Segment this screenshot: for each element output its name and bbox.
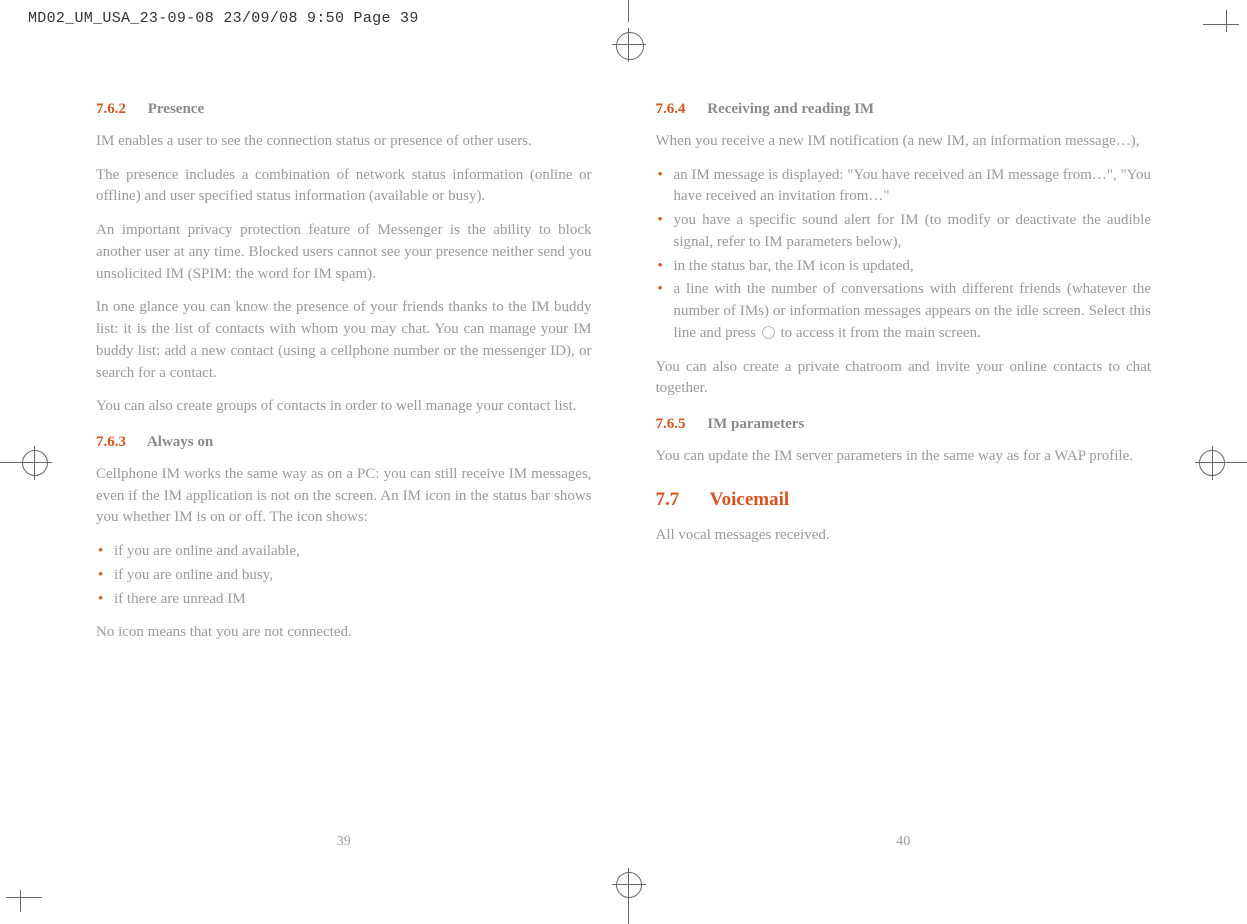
bullet-list-763: if you are online and available, if you … [96, 541, 592, 610]
crop-corner-bl-icon [20, 866, 52, 898]
body-text: You can also create groups of contacts i… [96, 396, 592, 418]
crop-mark-bottom-icon [616, 872, 642, 922]
body-text: No icon means that you are not connected… [96, 622, 592, 644]
list-item: an IM message is displayed: "You have re… [656, 165, 1152, 209]
body-text: Cellphone IM works the same way as on a … [96, 464, 592, 529]
page-right: 7.6.4 Receiving and reading IM When you … [656, 85, 1152, 852]
bullet-list-764: an IM message is displayed: "You have re… [656, 165, 1152, 345]
page-number-right: 40 [656, 832, 1152, 852]
section-number: 7.6.4 [656, 101, 686, 117]
list-item: if you are online and busy, [96, 565, 592, 587]
crop-mark-right-icon [1197, 450, 1247, 476]
page-spread: 7.6.2 Presence IM enables a user to see … [96, 85, 1151, 852]
body-text: IM enables a user to see the connection … [96, 131, 592, 153]
section-title: Voicemail [710, 489, 790, 510]
list-item: if there are unread IM [96, 589, 592, 611]
body-text: When you receive a new IM notification (… [656, 131, 1152, 153]
crop-mark-left-icon [0, 450, 50, 476]
heading-762: 7.6.2 Presence [96, 99, 592, 121]
ok-key-icon [762, 326, 775, 339]
heading-765: 7.6.5 IM parameters [656, 414, 1152, 436]
list-item: if you are online and available, [96, 541, 592, 563]
section-number: 7.6.3 [96, 434, 126, 450]
body-text: You can also create a private chatroom a… [656, 357, 1152, 401]
body-text: In one glance you can know the presence … [96, 297, 592, 384]
section-title: Presence [148, 101, 204, 117]
list-item: in the status bar, the IM icon is update… [656, 256, 1152, 278]
crop-corner-tr-icon [1195, 24, 1227, 56]
body-text: You can update the IM server parameters … [656, 446, 1152, 468]
section-title: IM parameters [707, 416, 804, 432]
heading-77: 7.7 Voicemail [656, 486, 1152, 514]
section-number: 7.6.5 [656, 416, 686, 432]
list-item: a line with the number of conversations … [656, 279, 1152, 344]
crop-cross-top-icon [616, 32, 642, 58]
heading-764: 7.6.4 Receiving and reading IM [656, 99, 1152, 121]
body-text: All vocal messages received. [656, 525, 1152, 547]
list-item: you have a specific sound alert for IM (… [656, 210, 1152, 254]
section-title: Receiving and reading IM [707, 101, 874, 117]
page-number-left: 39 [96, 832, 592, 852]
section-number: 7.6.2 [96, 101, 126, 117]
page-left: 7.6.2 Presence IM enables a user to see … [96, 85, 592, 852]
section-title: Always on [147, 434, 213, 450]
heading-763: 7.6.3 Always on [96, 432, 592, 454]
print-header-slug: MD02_UM_USA_23-09-08 23/09/08 9:50 Page … [28, 8, 419, 30]
list-item-text-b: to access it from the main screen. [780, 325, 980, 341]
section-number: 7.7 [656, 489, 680, 510]
body-text: An important privacy protection feature … [96, 220, 592, 285]
body-text: The presence includes a combination of n… [96, 165, 592, 209]
